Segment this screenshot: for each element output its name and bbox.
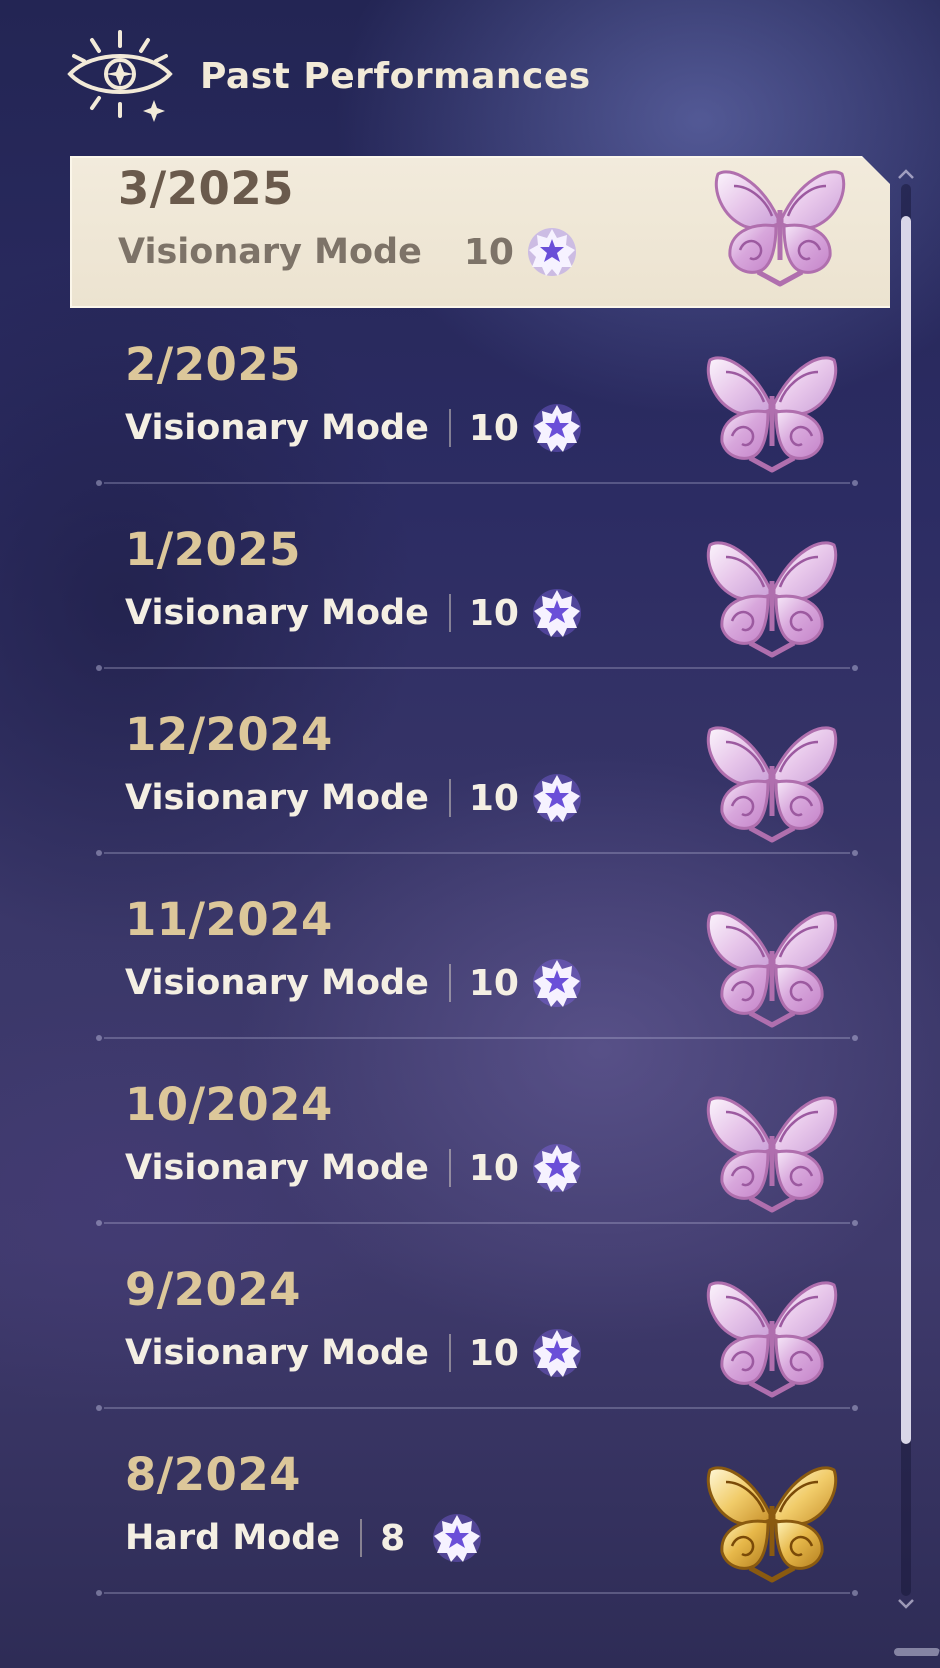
star-badge-icon xyxy=(531,587,583,639)
list-item-10-2024[interactable]: 10/2024 Visionary Mode 10 xyxy=(70,1078,890,1228)
star-badge-icon xyxy=(526,226,578,278)
list-item-3-2025[interactable]: 3/2025 Visionary Mode 10 xyxy=(70,156,890,306)
divider-bar xyxy=(360,1519,363,1557)
star-badge-icon xyxy=(531,957,583,1009)
pink-butterfly-medal-icon xyxy=(702,1271,842,1401)
list-item-12-2024[interactable]: 12/2024 Visionary Mode 10 xyxy=(70,708,890,858)
entry-mode: Visionary Mode xyxy=(125,778,429,818)
entry-stars: 10 xyxy=(468,407,519,449)
entry-mode-row: Visionary Mode 10 xyxy=(125,1142,583,1194)
entry-mode-row: Visionary Mode 10 xyxy=(125,587,583,639)
performance-list: 3/2025 Visionary Mode 10 2/2025 Visionar… xyxy=(0,0,880,1668)
entry-date: 12/2024 xyxy=(125,708,333,761)
row-divider xyxy=(96,1035,858,1041)
star-badge-icon xyxy=(431,1512,483,1564)
entry-date: 3/2025 xyxy=(118,162,294,215)
pink-butterfly-medal-icon xyxy=(702,901,842,1031)
row-divider xyxy=(96,1590,858,1596)
divider-bar xyxy=(448,779,451,817)
divider-bar xyxy=(448,1334,451,1372)
scrollbar-thumb[interactable] xyxy=(901,216,911,1444)
divider-bar xyxy=(448,964,451,1002)
star-badge-icon xyxy=(531,402,583,454)
row-divider xyxy=(96,1405,858,1411)
row-divider xyxy=(96,850,858,856)
list-item-8-2024[interactable]: 8/2024 Hard Mode 8 xyxy=(70,1448,890,1598)
row-divider xyxy=(96,665,858,671)
horizontal-scroll-indicator xyxy=(894,1648,940,1656)
entry-date: 8/2024 xyxy=(125,1448,301,1501)
entry-stars: 10 xyxy=(468,1147,519,1189)
divider-bar xyxy=(448,409,451,447)
list-item-11-2024[interactable]: 11/2024 Visionary Mode 10 xyxy=(70,893,890,1043)
row-divider xyxy=(96,1220,858,1226)
list-item-1-2025[interactable]: 1/2025 Visionary Mode 10 xyxy=(70,523,890,673)
list-item-9-2024[interactable]: 9/2024 Visionary Mode 10 xyxy=(70,1263,890,1413)
entry-mode-row: Visionary Mode 10 xyxy=(125,772,583,824)
scroll-up-chevron-icon[interactable] xyxy=(896,166,916,182)
divider-bar xyxy=(448,1149,451,1187)
scroll-down-chevron-icon[interactable] xyxy=(896,1596,916,1612)
pink-butterfly-medal-icon xyxy=(702,1086,842,1216)
pink-butterfly-medal-icon xyxy=(702,346,842,476)
gold-butterfly-medal-icon xyxy=(702,1456,842,1586)
entry-date: 1/2025 xyxy=(125,523,301,576)
entry-stars: 10 xyxy=(463,231,514,273)
entry-mode-row: Hard Mode 8 xyxy=(125,1512,483,1564)
entry-mode-row: Visionary Mode 10 xyxy=(125,402,583,454)
entry-mode-row: Visionary Mode 10 xyxy=(125,1327,583,1379)
entry-date: 9/2024 xyxy=(125,1263,301,1316)
entry-stars: 10 xyxy=(468,592,519,634)
pink-butterfly-medal-icon xyxy=(702,531,842,661)
row-divider xyxy=(96,480,858,486)
star-badge-icon xyxy=(531,1327,583,1379)
entry-mode-row: Visionary Mode 10 xyxy=(125,957,583,1009)
entry-mode: Visionary Mode xyxy=(125,963,429,1003)
entry-mode: Visionary Mode xyxy=(125,1333,429,1373)
list-item-2-2025[interactable]: 2/2025 Visionary Mode 10 xyxy=(70,338,890,488)
entry-stars: 10 xyxy=(468,1332,519,1374)
entry-mode: Visionary Mode xyxy=(125,593,429,633)
entry-date: 11/2024 xyxy=(125,893,333,946)
divider-bar xyxy=(448,594,451,632)
pink-butterfly-medal-icon xyxy=(702,716,842,846)
pink-butterfly-medal-icon xyxy=(710,160,850,290)
entry-stars: 8 xyxy=(380,1517,406,1559)
star-badge-icon xyxy=(531,1142,583,1194)
past-performances-panel: Past Performances 3/2025 Visionary Mode … xyxy=(0,0,940,1668)
entry-mode: Hard Mode xyxy=(125,1518,341,1558)
entry-mode-row: Visionary Mode 10 xyxy=(118,226,578,278)
entry-mode: Visionary Mode xyxy=(125,1148,429,1188)
entry-date: 2/2025 xyxy=(125,338,301,391)
entry-date: 10/2024 xyxy=(125,1078,333,1131)
entry-stars: 10 xyxy=(468,777,519,819)
star-badge-icon xyxy=(531,772,583,824)
entry-mode: Visionary Mode xyxy=(125,408,429,448)
entry-mode: Visionary Mode xyxy=(118,232,422,272)
entry-stars: 10 xyxy=(468,962,519,1004)
